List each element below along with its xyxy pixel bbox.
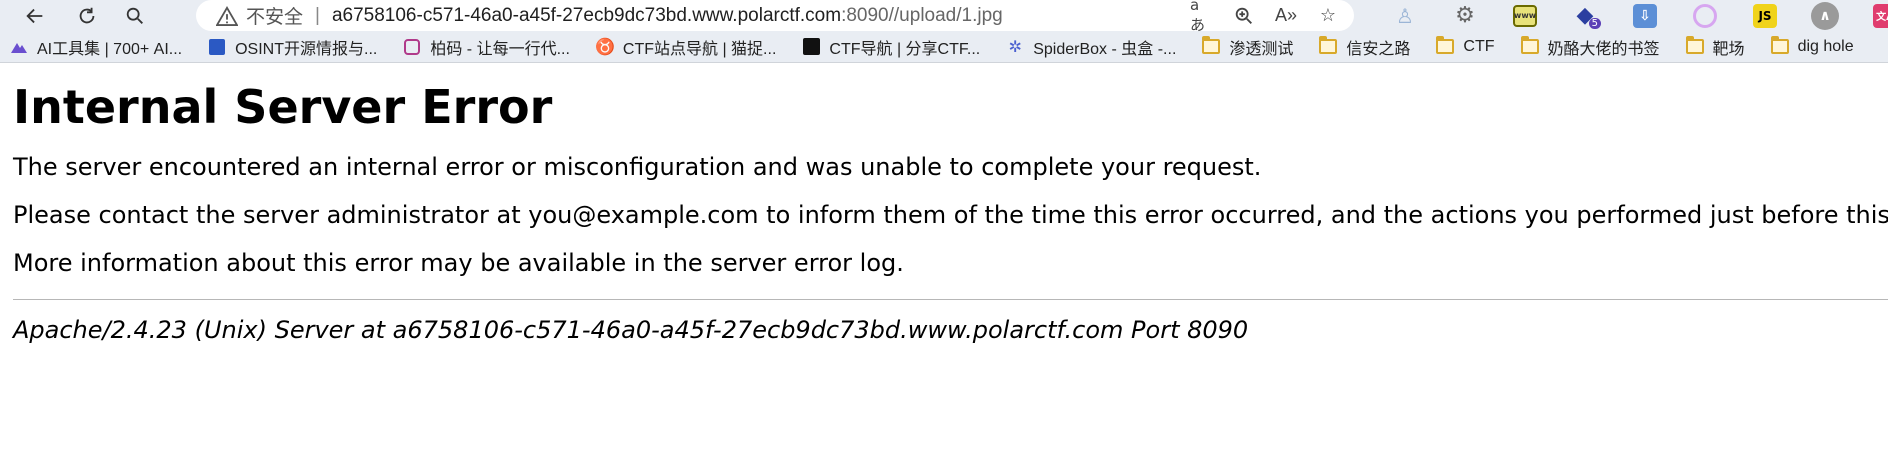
spiderbox-icon: ✲ [1008, 38, 1022, 56]
bookmark-label: CTF导航 | 分享CTF... [829, 40, 981, 58]
extension-4[interactable]: ◆ 5 [1555, 0, 1615, 31]
bookmark-label: 靶场 [1712, 40, 1745, 58]
bookmark-label: 渗透测试 [1229, 40, 1294, 58]
bookmark-label: 奶酪大佬的书签 [1547, 40, 1660, 58]
error-description: The server encountered an internal error… [13, 152, 1262, 181]
osint-icon [208, 38, 226, 56]
profile-avatar-icon: ∧ [1811, 1, 1839, 30]
bookmark-label: 信安之路 [1346, 40, 1411, 58]
contact-admin-text: Please contact the server administrator … [13, 200, 1888, 229]
warning-icon [216, 5, 238, 26]
bookmark-folder[interactable]: 靶场 [1685, 35, 1745, 59]
bookmark-label: CTF站点导航 | 猫捉... [622, 40, 777, 58]
bookmark-item[interactable]: AI工具集 | 700+ AI... [10, 35, 182, 59]
extension-7[interactable]: JS [1735, 0, 1795, 31]
bookmark-item[interactable]: 柏码 - 让每一行代... [403, 35, 570, 59]
js-icon: JS [1753, 3, 1777, 28]
translate-icon: 文A [1873, 3, 1888, 28]
bookmark-folder[interactable]: dig hole [1770, 36, 1854, 56]
ring-icon [1693, 3, 1717, 28]
bookmark-label: SpiderBox - 虫盒 -... [1033, 40, 1177, 58]
bookmark-folder[interactable]: 渗透测试 [1202, 35, 1293, 59]
server-signature: Apache/2.4.23 (Unix) Server at a6758106-… [13, 315, 1249, 344]
extension-9[interactable]: 文A [1855, 0, 1888, 31]
extensions-bar: ♙ ⚙ www ◆5 ⇩ JS ∧ 文A [1375, 0, 1888, 31]
bookmark-item[interactable]: ✲ SpiderBox - 虫盒 -... [1006, 35, 1177, 59]
folder-icon [1436, 36, 1455, 54]
security-status[interactable]: 不安全 [246, 2, 303, 29]
ctf-nav-cat-icon: ♉ [594, 38, 615, 56]
bookmark-folder[interactable]: 信安之路 [1319, 35, 1410, 59]
baima-icon [403, 38, 421, 56]
bookmark-item[interactable]: OSINT开源情报与... [208, 35, 377, 59]
refresh-button[interactable] [67, 0, 107, 31]
bookmark-label: OSINT开源情报与... [235, 40, 378, 58]
extension-badge: 5 [1588, 18, 1601, 29]
page-content: Internal Server Error The server encount… [0, 82, 1888, 344]
refresh-icon [79, 7, 95, 23]
bookmarks-bar: AI工具集 | 700+ AI... OSINT开源情报与... 柏码 - 让每… [0, 31, 1888, 63]
page-title: Internal Server Error [13, 80, 553, 134]
zoom-icon[interactable] [1232, 4, 1256, 28]
address-separator: | [315, 4, 320, 26]
bookmark-folder[interactable]: 奶酪大佬的书签 [1520, 35, 1660, 59]
folder-icon [1685, 36, 1704, 54]
read-aloud-icon[interactable]: A» [1274, 4, 1298, 28]
divider [13, 298, 1888, 300]
bookmark-folder[interactable]: CTF [1436, 36, 1495, 56]
ctf-nav-icon [802, 38, 820, 56]
url-path: :8090//upload/1.jpg [841, 4, 1003, 26]
back-button[interactable] [15, 0, 55, 31]
bookmark-item[interactable]: CTF导航 | 分享CTF... [802, 35, 980, 59]
www-icon: www [1513, 4, 1537, 27]
ribbon-icon: ♙ [1396, 3, 1414, 28]
folder-icon [1770, 36, 1789, 54]
search-button[interactable] [115, 0, 155, 31]
folder-icon [1319, 36, 1338, 54]
back-arrow-icon [26, 8, 43, 23]
extension-5[interactable]: ⇩ [1615, 0, 1675, 31]
extension-2[interactable]: ⚙ [1435, 0, 1495, 31]
download-icon: ⇩ [1633, 3, 1657, 28]
extension-6[interactable] [1675, 0, 1735, 31]
ai-tools-icon [10, 38, 28, 56]
gear-icon: ⚙ [1455, 3, 1475, 28]
immersive-reader-icon[interactable]: aあ [1190, 0, 1214, 34]
url-host: a6758106-c571-46a0-a45f-27ecb9dc73bd.www… [331, 4, 842, 26]
bookmark-label: AI工具集 | 700+ AI... [37, 40, 183, 58]
error-log-text: More information about this error may be… [13, 248, 904, 277]
bookmark-label: 柏码 - 让每一行代... [430, 40, 570, 58]
search-icon [126, 7, 143, 24]
extension-3[interactable]: www [1495, 0, 1555, 31]
extension-8[interactable]: ∧ [1795, 0, 1855, 31]
bookmark-label: CTF [1463, 37, 1495, 55]
bookmark-item[interactable]: ♉ CTF站点导航 | 猫捉... [594, 35, 777, 59]
folder-icon [1520, 36, 1539, 54]
extension-1[interactable]: ♙ [1375, 0, 1435, 31]
bookmark-label: dig hole [1797, 37, 1854, 55]
folder-icon [1202, 36, 1221, 54]
browser-toolbar: 不安全 | a6758106-c571-46a0-a45f-27ecb9dc73… [0, 0, 1888, 34]
address-bar[interactable]: 不安全 | a6758106-c571-46a0-a45f-27ecb9dc73… [196, 0, 1354, 34]
url-text[interactable]: a6758106-c571-46a0-a45f-27ecb9dc73bd.www… [332, 5, 1003, 27]
favorite-star-icon[interactable]: ☆ [1316, 4, 1340, 28]
address-actions: aあ A» ☆ [1190, 0, 1340, 34]
